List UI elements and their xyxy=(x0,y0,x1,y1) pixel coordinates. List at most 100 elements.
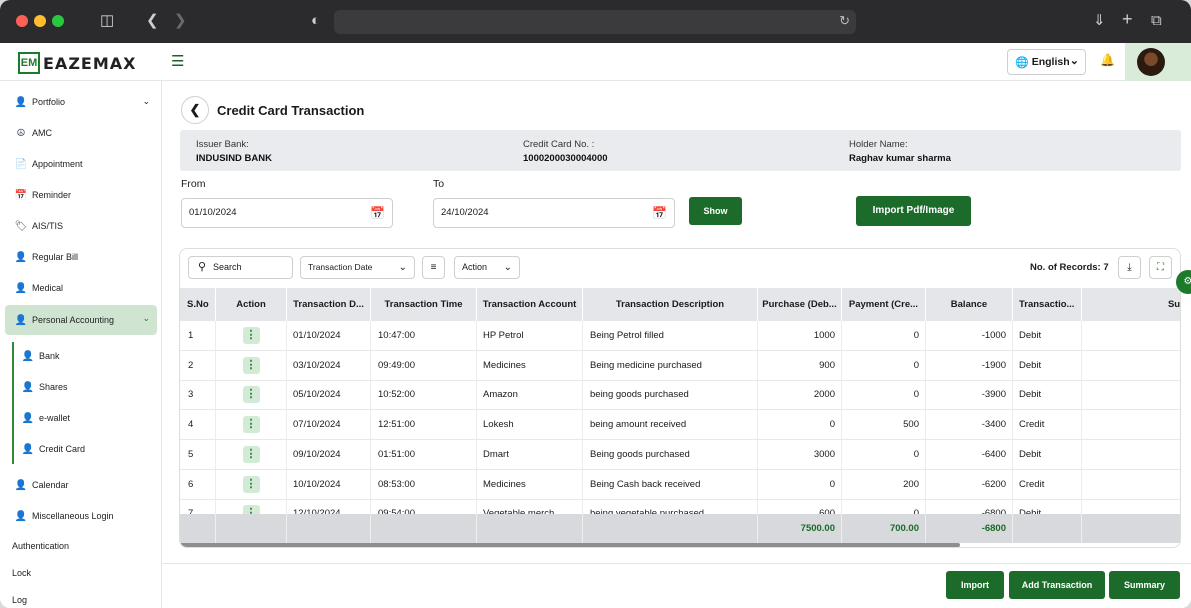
sidebar-item-log[interactable]: Log xyxy=(12,595,27,605)
sort-field-select[interactable]: Transaction Date ⌄ xyxy=(300,256,415,279)
table-cell: HP Petrol xyxy=(477,321,583,351)
import-button[interactable]: Import xyxy=(946,571,1004,599)
back-arrow-icon[interactable]: ❮ xyxy=(146,11,159,31)
row-action-kebab-icon[interactable]: ⋮ xyxy=(242,415,260,433)
sidebar-item-amc[interactable]: ☮ AMC xyxy=(5,119,157,147)
table-cell: 3000 xyxy=(758,440,842,470)
table-cell: ⋮ xyxy=(216,380,287,410)
close-window-button[interactable] xyxy=(16,15,28,27)
show-button[interactable]: Show xyxy=(689,197,742,225)
browser-window: ◫ ❮ ❯ ◐ ↻ ⇓ + ⧉ EM EAZEMAX ☰ 🌐 English ⌄… xyxy=(0,0,1191,608)
column-header[interactable]: S.No xyxy=(180,288,216,321)
sidebar-item-ais-tis[interactable]: 🏷 AIS/TIS xyxy=(5,212,157,240)
sidebar-item-personal-accounting[interactable]: 👤 Personal Accounting ⌄ xyxy=(5,305,157,335)
sidebar-item-credit-card[interactable]: 👤 Credit Card xyxy=(17,435,157,463)
menu-icon[interactable]: ☰ xyxy=(171,54,184,69)
search-box[interactable]: ⚲ Search xyxy=(188,256,293,279)
new-tab-icon[interactable]: + xyxy=(1122,9,1133,29)
fullscreen-button[interactable]: ⛶ xyxy=(1149,256,1172,279)
column-header[interactable]: Action xyxy=(216,288,287,321)
table-cell: 0 xyxy=(842,321,926,351)
sidebar-item-portfolio[interactable]: 👤 Portfolio ⌄ xyxy=(5,88,157,116)
language-select[interactable]: 🌐 English ⌄ xyxy=(1007,49,1086,75)
sidebar-item-shares[interactable]: 👤 Shares xyxy=(17,373,157,401)
table-cell: Debit xyxy=(1013,440,1082,470)
sidebar-item-authentication[interactable]: Authentication xyxy=(12,541,69,551)
from-date-value: 01/10/2024 xyxy=(189,207,237,218)
table-cell: Dmart xyxy=(477,440,583,470)
table-cell: being goods purchased xyxy=(583,380,758,410)
sidebar-item-bank[interactable]: 👤 Bank xyxy=(17,342,157,370)
sidebar-item-miscellaneous-login[interactable]: 👤 Miscellaneous Login xyxy=(5,502,157,530)
sidebar-item-label: Medical xyxy=(32,283,64,293)
total-payment: 700.00 xyxy=(842,514,926,543)
records-count: No. of Records: 7 xyxy=(1030,262,1109,273)
summary-button[interactable]: Summary xyxy=(1109,571,1180,599)
calendar-icon[interactable]: 📅 xyxy=(370,199,385,227)
address-bar[interactable]: ↻ xyxy=(334,10,856,34)
column-header[interactable]: Payment (Cre... xyxy=(842,288,926,321)
profile-area[interactable] xyxy=(1125,43,1191,81)
table-cell: 3 xyxy=(180,380,216,410)
sidebar-item-e-wallet[interactable]: 👤 e-wallet xyxy=(17,404,157,432)
table-cell: Being goods purchased xyxy=(583,440,758,470)
filter-icon: ≡ xyxy=(430,262,437,273)
filter-button[interactable]: ≡ xyxy=(422,256,445,279)
table-cell: 05/10/2024 xyxy=(287,380,371,410)
to-date-field[interactable]: 24/10/2024 📅 xyxy=(433,198,675,228)
export-icon: ⤓ xyxy=(1127,262,1132,273)
sidebar-item-lock[interactable]: Lock xyxy=(12,568,31,578)
reload-icon[interactable]: ↻ xyxy=(839,13,850,29)
calendar-icon[interactable]: 📅 xyxy=(652,199,667,227)
total-cell xyxy=(583,514,758,543)
column-header[interactable]: Transaction Time xyxy=(371,288,477,321)
chevron-down-icon: ⌄ xyxy=(142,96,150,106)
table-cell: -3900 xyxy=(926,380,1013,410)
horizontal-scrollbar[interactable] xyxy=(180,543,960,547)
row-action-kebab-icon[interactable]: ⋮ xyxy=(242,475,260,493)
sidebar-item-reminder[interactable]: 📅 Reminder xyxy=(5,181,157,209)
table-cell: -3400 xyxy=(926,410,1013,440)
row-action-kebab-icon[interactable]: ⋮ xyxy=(242,445,260,463)
from-date-field[interactable]: 01/10/2024 📅 xyxy=(181,198,393,228)
column-header[interactable]: Transaction Account xyxy=(477,288,583,321)
import-pdf-image-button[interactable]: Import Pdf/Image xyxy=(856,196,971,226)
sidebar-item-calendar[interactable]: 👤 Calendar xyxy=(5,471,157,499)
document-icon: 📄 xyxy=(14,158,28,170)
sidebar-item-medical[interactable]: 👤 Medical xyxy=(5,274,157,302)
download-icon[interactable]: ⇓ xyxy=(1093,11,1106,31)
forward-arrow-icon[interactable]: ❯ xyxy=(174,11,187,31)
column-header[interactable]: Transactio... xyxy=(1013,288,1082,321)
table-cell: 2 xyxy=(180,351,216,381)
sidebar-item-regular-bill[interactable]: 👤 Regular Bill xyxy=(5,243,157,271)
column-header[interactable]: Purchase (Deb... xyxy=(758,288,842,321)
column-header[interactable]: Sugge xyxy=(1082,288,1180,321)
row-action-kebab-icon[interactable]: ⋮ xyxy=(242,385,260,403)
sidebar-toggle-icon[interactable]: ◫ xyxy=(100,11,114,31)
sidebar-item-label: e-wallet xyxy=(39,413,71,423)
bell-icon[interactable]: 🔔 xyxy=(1100,53,1115,67)
table-cell: ⋮ xyxy=(216,321,287,351)
minimize-window-button[interactable] xyxy=(34,15,46,27)
maximize-window-button[interactable] xyxy=(52,15,64,27)
table-cell: Debit xyxy=(1013,321,1082,351)
export-button[interactable]: ⤓ xyxy=(1118,256,1141,279)
shield-icon[interactable]: ◐ xyxy=(311,11,320,31)
back-button[interactable]: ❮ xyxy=(181,96,209,124)
action-select[interactable]: Action ⌄ xyxy=(454,256,520,279)
row-action-kebab-icon[interactable]: ⋮ xyxy=(242,326,260,344)
table-cell: Debit xyxy=(1013,380,1082,410)
add-transaction-button[interactable]: Add Transaction xyxy=(1009,571,1105,599)
row-action-kebab-icon[interactable]: ⋮ xyxy=(242,356,260,374)
column-header[interactable]: Transaction D... xyxy=(287,288,371,321)
column-header[interactable]: Balance xyxy=(926,288,1013,321)
avatar[interactable] xyxy=(1137,48,1165,76)
tabs-overview-icon[interactable]: ⧉ xyxy=(1151,11,1162,31)
user-icon: 👤 xyxy=(14,96,28,108)
logo[interactable]: EM EAZEMAX xyxy=(18,52,136,74)
table-cell xyxy=(1082,410,1180,440)
sidebar-item-appointment[interactable]: 📄 Appointment xyxy=(5,150,157,178)
table-cell: 4 xyxy=(180,410,216,440)
column-header[interactable]: Transaction Description xyxy=(583,288,758,321)
app-header: EM EAZEMAX ☰ 🌐 English ⌄ 🔔 xyxy=(0,43,1191,81)
